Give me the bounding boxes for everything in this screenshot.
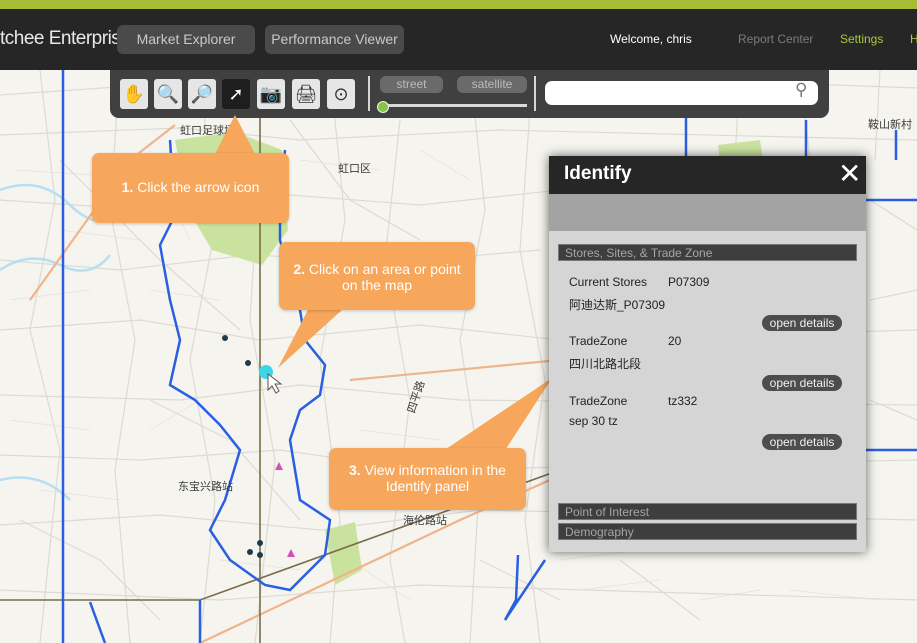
satellite-button[interactable]: satellite [457, 76, 527, 93]
record-value: P07309 [668, 275, 710, 289]
map-label-hailun-station: 海伦路站 [403, 515, 447, 527]
hand-icon[interactable]: ✋ [120, 79, 148, 109]
record-name: sep 30 tz [569, 414, 618, 428]
map-label-dongbaoxing-station: 东宝兴路站 [178, 481, 233, 493]
welcome-text: Welcome, chris [610, 32, 692, 46]
settings-link[interactable]: Settings [840, 32, 883, 46]
record-label: TradeZone [569, 394, 628, 408]
zoom-in-icon[interactable]: 🔍 [154, 79, 182, 109]
section-demography[interactable]: Demography [558, 523, 857, 540]
callout-step-3-text: View information in the Identify panel [360, 462, 506, 494]
identify-title: Identify [564, 163, 632, 184]
open-details-button[interactable]: open details [762, 315, 842, 331]
search-icon[interactable]: ⚲ [795, 80, 807, 100]
callout-step-1-number: 1. [121, 179, 134, 195]
map-label-anshan: 鞍山新村 [868, 119, 912, 131]
report-center-link[interactable]: Report Center [738, 32, 813, 46]
camera-icon[interactable]: 📷 [257, 79, 285, 109]
callout-step-3-number: 3. [349, 462, 361, 478]
help-link[interactable]: H [910, 32, 917, 46]
identify-toolbar-area [549, 194, 866, 231]
section-point-of-interest[interactable]: Point of Interest [558, 503, 857, 520]
zoom-slider-handle[interactable] [377, 101, 389, 113]
record-value: tz332 [668, 394, 698, 408]
market-explorer-button[interactable]: Market Explorer [117, 25, 255, 54]
section-stores-sites-trade-zone[interactable]: Stores, Sites, & Trade Zone [558, 244, 857, 261]
record-label: TradeZone [569, 334, 628, 348]
identify-panel-header: Identify ✕ [549, 156, 866, 194]
callout-step-3: 3. View information in the Identify pane… [329, 448, 526, 510]
open-details-button[interactable]: open details [762, 375, 842, 391]
record-label: Current Stores [569, 275, 648, 289]
arrow-icon[interactable]: ➚ [222, 79, 250, 109]
callout-step-2: 2. Click on an area or point on the map [279, 242, 475, 310]
location-pin-icon[interactable]: ⊙ [327, 79, 355, 109]
zoom-out-icon[interactable]: 🔎 [188, 79, 216, 109]
zoom-slider-track[interactable] [381, 104, 527, 107]
callout-arrow-1 [215, 115, 255, 154]
callout-step-2-text: Click on an area or point on the map [305, 261, 461, 293]
record-value: 20 [668, 334, 682, 348]
open-details-button[interactable]: open details [762, 434, 842, 450]
map-label-district: 虹口区 [338, 163, 371, 175]
callout-step-1: 1. Click the arrow icon [92, 153, 289, 223]
identify-panel: Identify ✕ Stores, Sites, & Trade Zone C… [549, 156, 866, 552]
brand-name: tchee Enterprise [0, 28, 131, 49]
close-icon[interactable]: ✕ [838, 160, 861, 188]
callout-arrow-3 [440, 378, 552, 458]
street-button[interactable]: street [380, 76, 443, 93]
callout-step-2-number: 2. [293, 261, 306, 277]
toolbar-divider [368, 76, 370, 111]
toolbar-divider-2 [534, 76, 536, 111]
top-accent-strip [0, 0, 917, 9]
record-name: 四川北路北段 [569, 357, 642, 371]
record-name: 阿迪达斯_P07309 [569, 298, 666, 312]
print-icon[interactable]: 🖨 [292, 79, 320, 109]
callout-step-1-text: Click the arrow icon [133, 179, 260, 195]
callout-arrow-2 [278, 300, 353, 368]
performance-viewer-button[interactable]: Performance Viewer [265, 25, 404, 54]
map-search-input[interactable] [545, 81, 818, 105]
